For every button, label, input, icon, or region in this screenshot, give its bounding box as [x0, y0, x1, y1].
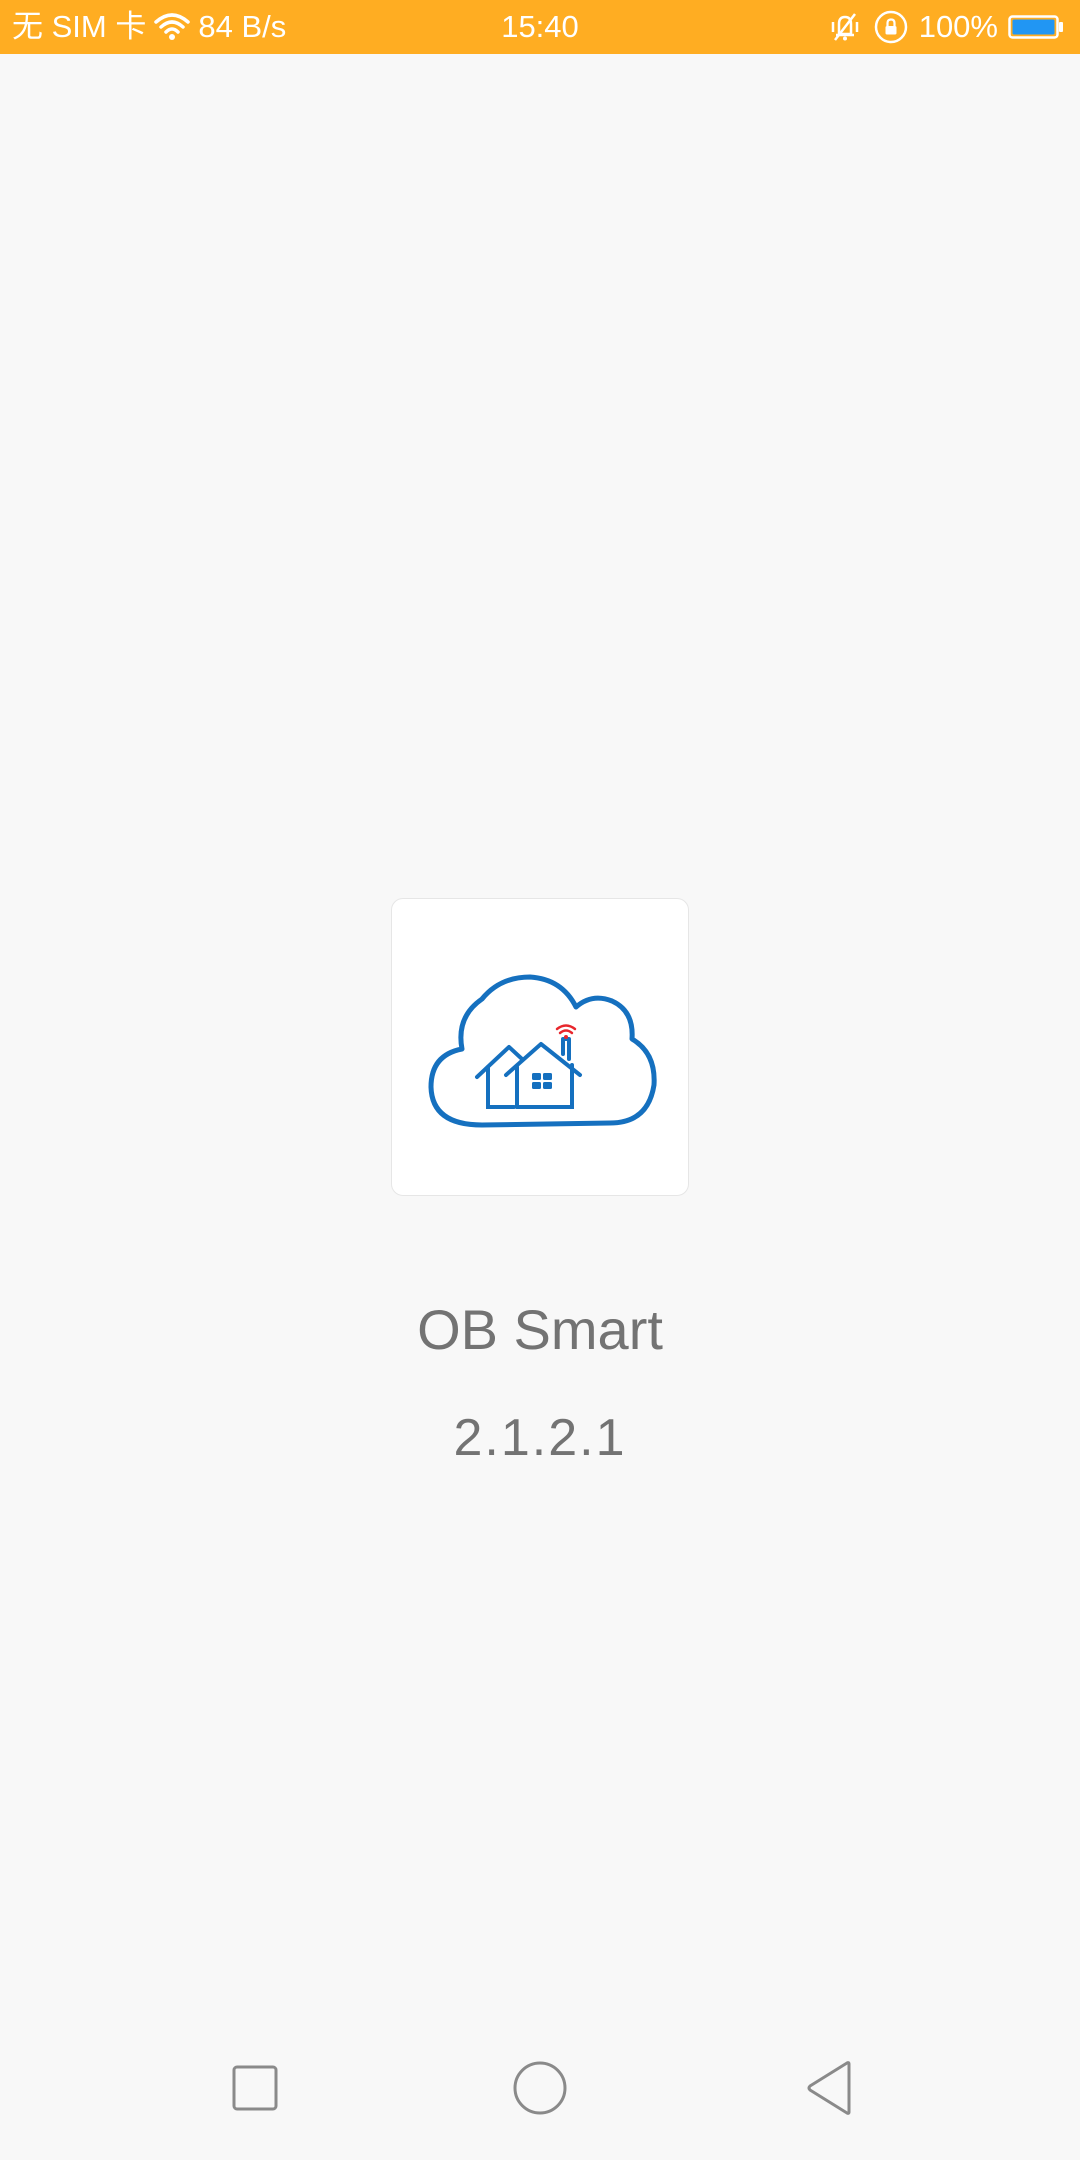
- navigation-bar: [0, 2016, 1080, 2160]
- circle-icon: [513, 2061, 567, 2115]
- vibrate-icon: [827, 10, 863, 44]
- net-speed: 84 B/s: [198, 9, 287, 44]
- status-left: 无 SIM 卡 84 B/s: [12, 0, 286, 54]
- back-button[interactable]: [788, 2046, 872, 2130]
- app-logo-tile: [391, 898, 689, 1196]
- battery-icon: [1008, 15, 1064, 39]
- app-name: OB Smart: [417, 1298, 663, 1361]
- wifi-icon: [154, 12, 191, 42]
- rotation-lock-icon: [873, 9, 909, 45]
- status-bar: 无 SIM 卡 84 B/s 15:40 100%: [0, 0, 1080, 54]
- app-version: 2.1.2.1: [453, 1409, 627, 1467]
- recent-apps-button[interactable]: [213, 2046, 297, 2130]
- home-button[interactable]: [498, 2046, 582, 2130]
- status-right: 100%: [827, 0, 1064, 54]
- battery-percent: 100%: [918, 9, 998, 44]
- carrier-label: 无 SIM 卡: [12, 9, 147, 44]
- square-icon: [232, 2065, 278, 2111]
- cloud-home-logo: [428, 974, 657, 1128]
- triangle-back-icon: [807, 2061, 851, 2115]
